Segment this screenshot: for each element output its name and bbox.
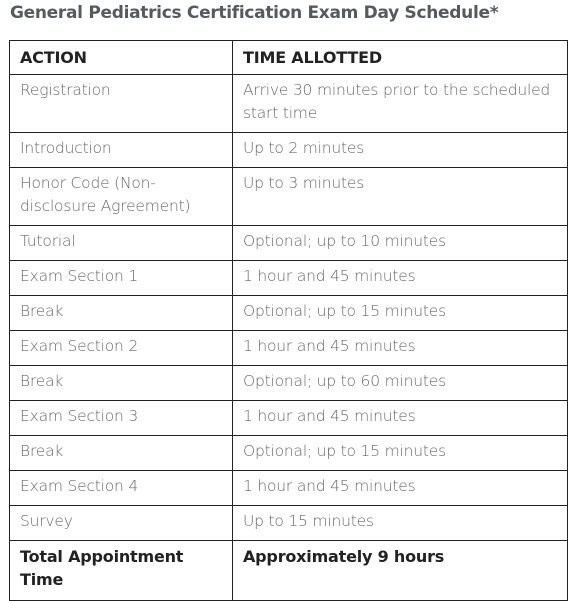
schedule-table: ACTION TIME ALLOTTED Registration Arrive… bbox=[9, 40, 568, 601]
table-row: Honor Code (Non-disclosure Agreement) Up… bbox=[9, 167, 568, 226]
time-cell: 1 hour and 45 minutes bbox=[232, 330, 568, 366]
action-cell: Registration bbox=[9, 74, 233, 133]
table-row: Tutorial Optional; up to 10 minutes bbox=[9, 225, 568, 261]
time-cell: Up to 2 minutes bbox=[232, 132, 568, 168]
time-cell: 1 hour and 45 minutes bbox=[232, 260, 568, 296]
time-cell: Optional; up to 15 minutes bbox=[232, 435, 568, 471]
action-cell: Break bbox=[9, 435, 233, 471]
time-cell: Optional; up to 60 minutes bbox=[232, 365, 568, 401]
table-row: Registration Arrive 30 minutes prior to … bbox=[9, 74, 568, 133]
table-row: Break Optional; up to 15 minutes bbox=[9, 295, 568, 331]
page-title: General Pediatrics Certification Exam Da… bbox=[10, 3, 499, 23]
total-row: Total Appointment Time Approximately 9 h… bbox=[9, 540, 568, 601]
action-cell: Tutorial bbox=[9, 225, 233, 261]
action-cell: Survey bbox=[9, 505, 233, 541]
table-row: Exam Section 3 1 hour and 45 minutes bbox=[9, 400, 568, 436]
action-cell: Exam Section 1 bbox=[9, 260, 233, 296]
action-cell: Introduction bbox=[9, 132, 233, 168]
time-cell: 1 hour and 45 minutes bbox=[232, 400, 568, 436]
total-label: Total Appointment Time bbox=[9, 540, 233, 601]
total-value: Approximately 9 hours bbox=[232, 540, 568, 601]
time-cell: Up to 15 minutes bbox=[232, 505, 568, 541]
table-row: Exam Section 2 1 hour and 45 minutes bbox=[9, 330, 568, 366]
time-cell: Up to 3 minutes bbox=[232, 167, 568, 226]
action-cell: Break bbox=[9, 365, 233, 401]
table-row: Break Optional; up to 15 minutes bbox=[9, 435, 568, 471]
time-cell: 1 hour and 45 minutes bbox=[232, 470, 568, 506]
action-cell: Break bbox=[9, 295, 233, 331]
action-cell: Exam Section 4 bbox=[9, 470, 233, 506]
time-cell: Arrive 30 minutes prior to the scheduled… bbox=[232, 74, 568, 133]
table-row: Exam Section 1 1 hour and 45 minutes bbox=[9, 260, 568, 296]
action-cell: Honor Code (Non-disclosure Agreement) bbox=[9, 167, 233, 226]
action-cell: Exam Section 3 bbox=[9, 400, 233, 436]
table-header-row: ACTION TIME ALLOTTED bbox=[9, 40, 568, 75]
table-row: Survey Up to 15 minutes bbox=[9, 505, 568, 541]
time-cell: Optional; up to 15 minutes bbox=[232, 295, 568, 331]
table-row: Introduction Up to 2 minutes bbox=[9, 132, 568, 168]
table-row: Exam Section 4 1 hour and 45 minutes bbox=[9, 470, 568, 506]
table-row: Break Optional; up to 60 minutes bbox=[9, 365, 568, 401]
time-cell: Optional; up to 10 minutes bbox=[232, 225, 568, 261]
action-cell: Exam Section 2 bbox=[9, 330, 233, 366]
column-header-time-allotted: TIME ALLOTTED bbox=[232, 40, 568, 75]
column-header-action: ACTION bbox=[9, 40, 233, 75]
